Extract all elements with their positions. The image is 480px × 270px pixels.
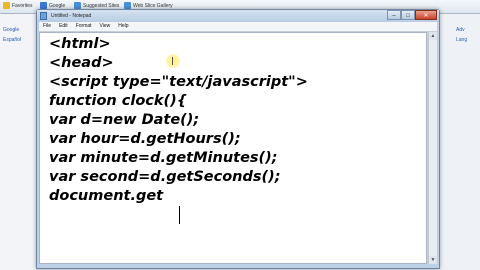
minimize-button[interactable]: – (387, 10, 401, 20)
maximize-button[interactable]: □ (401, 10, 415, 20)
browser-right-page-area: Adv Lang (436, 14, 480, 270)
star-icon (3, 2, 10, 10)
code-line: document.get (49, 188, 164, 204)
page-link[interactable]: Google (3, 27, 19, 33)
code-line: <head> (49, 55, 114, 71)
browser-left-page-area: Google Español (0, 14, 36, 270)
window-controls: – □ ✕ (387, 10, 437, 21)
code-line: var minute=d.getMinutes(); (49, 150, 278, 166)
menu-file[interactable]: File (39, 22, 55, 31)
favorites-button[interactable]: Favorites (3, 1, 33, 11)
notepad-window: Untitled - Notepad – □ ✕ File Edit Forma… (36, 9, 440, 269)
ibeam-cursor-icon (172, 57, 173, 65)
page-link[interactable]: Lang (456, 37, 467, 43)
text-editor[interactable]: <html> <head> <script type="text/javascr… (39, 32, 427, 264)
menu-help[interactable]: Help (114, 22, 132, 31)
code-line: <script type="text/javascript"> (49, 74, 308, 90)
code-line: <html> (49, 36, 111, 52)
mouse-highlight-icon (166, 54, 180, 68)
notepad-app-icon (40, 12, 47, 20)
favorites-label: Favorites (12, 3, 33, 9)
code-line: function clock(){ (49, 93, 188, 109)
title-bar[interactable]: Untitled - Notepad – □ ✕ (37, 10, 439, 22)
menu-bar: File Edit Format View Help (39, 22, 437, 32)
close-button[interactable]: ✕ (415, 10, 437, 20)
menu-view[interactable]: View (96, 22, 115, 31)
code-line: var hour=d.getHours(); (49, 131, 241, 147)
menu-edit[interactable]: Edit (55, 22, 72, 31)
scroll-down-icon[interactable]: ▼ (429, 256, 437, 264)
text-caret (179, 206, 180, 224)
page-link[interactable]: Español (3, 37, 21, 43)
code-line: var second=d.getSeconds(); (49, 169, 281, 185)
menu-format[interactable]: Format (72, 22, 96, 31)
code-line: var d=new Date(); (49, 112, 200, 128)
page-link[interactable]: Adv (456, 27, 465, 33)
vertical-scrollbar[interactable]: ▲ ▼ (428, 32, 437, 264)
scroll-up-icon[interactable]: ▲ (429, 32, 437, 40)
window-title: Untitled - Notepad (51, 13, 92, 19)
